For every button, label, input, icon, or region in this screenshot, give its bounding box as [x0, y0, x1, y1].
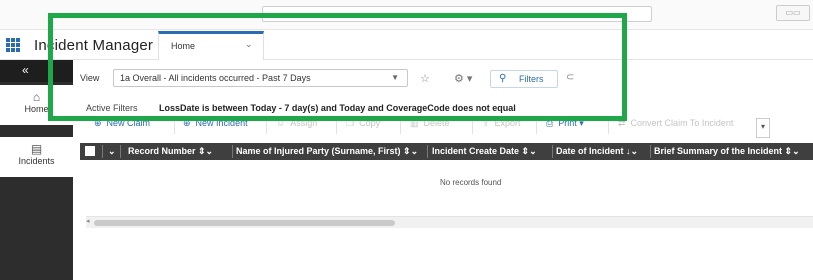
sidebar-item-label: Incidents — [18, 156, 55, 166]
toolbar-divider — [536, 120, 537, 134]
column-header-incident-create-date[interactable]: Incident Create Date ⇕⌄ — [432, 146, 537, 157]
table-header: ⌄ Record Number ⇕⌄ Name of Injured Party… — [80, 143, 813, 160]
column-divider — [120, 145, 121, 158]
column-label: Name of Injured Party (Surname, First) — [236, 146, 401, 156]
horizontal-scrollbar[interactable]: ◂ — [86, 216, 813, 228]
column-header-brief-summary[interactable]: Brief Summary of the Incident ⇕⌄ — [654, 146, 800, 157]
scroll-left-icon[interactable]: ◂ — [86, 217, 90, 225]
document-icon: ▤ — [30, 142, 43, 156]
app-grid-icon[interactable] — [6, 38, 20, 52]
column-header-injured-party[interactable]: Name of Injured Party (Surname, First) ⇕… — [236, 146, 418, 157]
convert-claim-button[interactable]: ⇄ Convert Claim To Incident — [618, 118, 733, 136]
convert-claim-label: Convert Claim To Incident — [630, 118, 734, 128]
sidebar-item-incidents[interactable]: ▤ Incidents — [0, 137, 73, 177]
toolbar-divider — [608, 120, 609, 134]
toolbar-divider — [266, 120, 267, 134]
top-right-control[interactable]: ▭▭ — [776, 5, 810, 21]
column-header-record-number[interactable]: Record Number ⇕⌄ — [128, 146, 213, 157]
sidebar-item-label: Home — [24, 104, 49, 114]
toolbar-more-button[interactable]: ▾ — [756, 118, 770, 138]
column-label: Date of Incident — [556, 146, 624, 156]
collapse-label: « — [22, 63, 29, 77]
toolbar-divider — [472, 120, 473, 134]
highlight-frame — [48, 13, 627, 121]
column-label: Record Number — [128, 146, 196, 156]
scrollbar-thumb[interactable] — [94, 220, 395, 226]
grid-toolbar: ⊕ New Claim ⊕ New Incident ☺ Assign ❐ Copy ▥… — [80, 118, 813, 138]
empty-table-message: No records found — [440, 178, 502, 187]
toolbar-divider — [400, 120, 401, 134]
column-label: Incident Create Date — [432, 146, 520, 156]
column-divider — [552, 145, 553, 158]
column-label: Brief Summary of the Incident — [654, 146, 783, 156]
column-divider — [232, 145, 233, 158]
toolbar-divider — [174, 120, 175, 134]
toolbar-divider — [336, 120, 337, 134]
column-divider — [650, 145, 651, 158]
column-header-date-of-incident[interactable]: Date of Incident ↓⌄ — [556, 146, 638, 157]
column-divider — [102, 145, 103, 158]
column-menu-chevron-icon[interactable]: ⌄ — [108, 146, 116, 157]
select-all-checkbox[interactable] — [85, 146, 95, 156]
column-divider — [427, 145, 428, 158]
